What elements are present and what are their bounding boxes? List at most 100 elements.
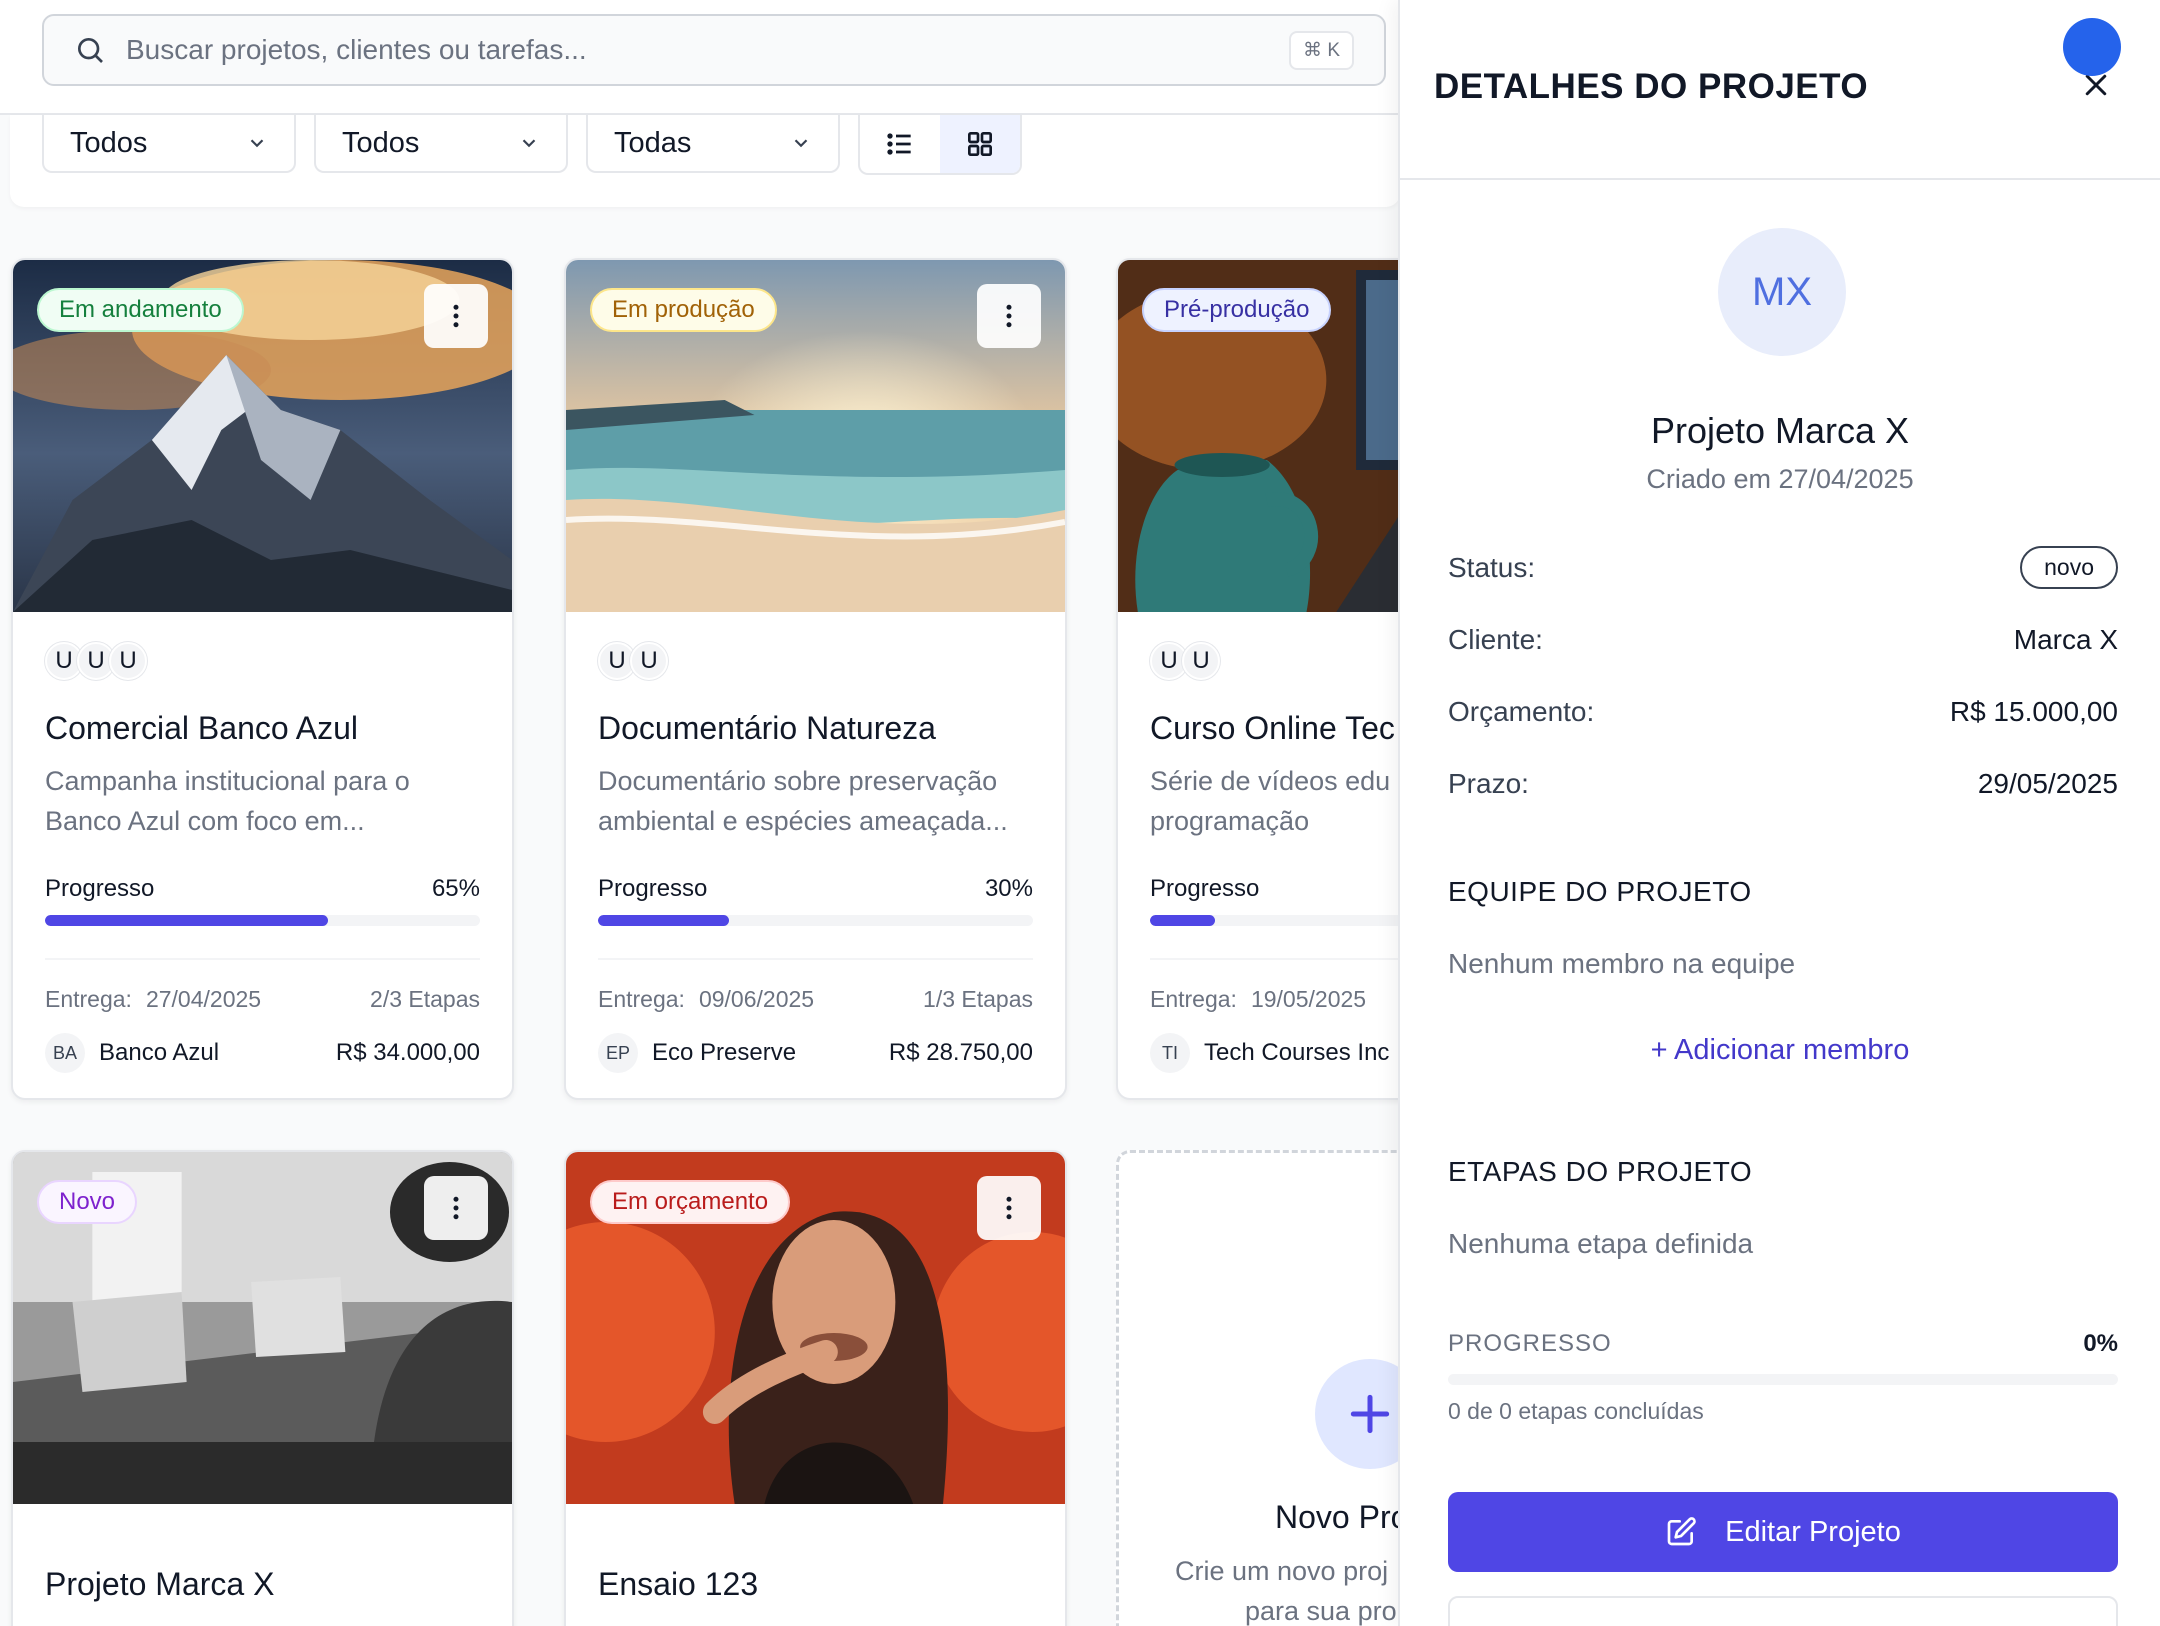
secondary-button[interactable] <box>1448 1596 2118 1626</box>
status-badge: Pré-produção <box>1142 288 1332 332</box>
project-avatar: MX <box>1718 228 1846 356</box>
project-description: Projeto para Banco Azul <box>598 1617 1033 1626</box>
grid-icon <box>968 132 992 156</box>
view-toggle <box>858 115 1022 175</box>
client-value: Marca X <box>2013 624 2118 655</box>
filter-select-2[interactable]: Todos <box>314 115 568 173</box>
project-description: Campanha institucional para o Banco Azul… <box>45 766 410 836</box>
edit-project-label: Editar Projeto <box>1725 1515 1901 1548</box>
project-description: Rebrand completo e vídeo <box>45 1617 480 1626</box>
team-heading: EQUIPE DO PROJETO <box>1448 876 1752 907</box>
project-title: Comercial Banco Azul <box>45 710 359 746</box>
delivery-date: 09/06/2025 <box>698 986 815 1012</box>
project-card[interactable]: Novo Projeto Marca X Rebrand completo e … <box>11 1150 514 1626</box>
more-vertical-icon <box>1006 304 1012 328</box>
status-badge: Em orçamento <box>590 1180 791 1224</box>
new-project-title: Novo Pro <box>1275 1499 1409 1535</box>
search-input[interactable] <box>126 34 1290 66</box>
progress-label: Progresso <box>1150 875 1260 902</box>
client-initials: BA <box>45 1033 85 1073</box>
progress-bar <box>1448 1374 2118 1385</box>
delivery-label: Entrega: <box>598 986 685 1012</box>
progress-value: 30% <box>984 875 1033 902</box>
add-member-link[interactable]: + Adicionar membro <box>1400 1034 2160 1067</box>
budget-value: R$ 15.000,00 <box>1949 696 2118 727</box>
project-card[interactable]: Em produção U U Documentário Natureza Do… <box>564 258 1067 1100</box>
progress-bar <box>598 915 1033 926</box>
progress-fill <box>598 915 729 926</box>
client-name: Banco Azul <box>99 1039 220 1066</box>
avatar: U <box>630 642 668 680</box>
deadline-value: 29/05/2025 <box>1977 768 2118 799</box>
chevron-down-icon <box>522 139 536 148</box>
project-name: Projeto Marca X <box>1650 410 1910 451</box>
project-image: Em andamento <box>13 260 512 612</box>
progress-label: Progresso <box>45 875 155 902</box>
stages-count: 1/3 Etapas <box>923 986 1033 1012</box>
project-price: R$ 34.000,00 <box>335 1039 480 1066</box>
progress-header: PROGRESSO 0% <box>1448 1330 2118 1357</box>
stages-count: 2/3 Etapas <box>370 986 480 1012</box>
stages-empty-message: Nenhuma etapa definida <box>1448 1228 1754 1259</box>
filter-select-value: Todos <box>70 126 148 159</box>
delivery-label: Entrega: <box>1150 986 1237 1012</box>
top-bar: ⌘ K <box>0 0 1400 115</box>
chevron-down-icon <box>250 139 264 148</box>
team-avatars: U U <box>598 642 1033 684</box>
filter-select-1[interactable]: Todos <box>42 115 296 173</box>
project-image: Em orçamento <box>566 1152 1065 1504</box>
project-price: R$ 28.750,00 <box>888 1039 1033 1066</box>
project-title: Documentário Natureza <box>598 710 936 746</box>
edit-project-button[interactable]: Editar Projeto <box>1448 1492 2118 1572</box>
shortcut-hint: ⌘ K <box>1289 30 1354 70</box>
panel-title: DETALHES DO PROJETO <box>1434 67 1869 106</box>
delivery-date: 27/04/2025 <box>145 986 262 1012</box>
chevron-down-icon <box>794 139 808 148</box>
project-title: Projeto Marca X <box>45 1566 275 1602</box>
grid-view-button[interactable] <box>940 115 1020 173</box>
team-empty-message: Nenhum membro na equipe <box>1448 948 1796 979</box>
project-details-panel: DETALHES DO PROJETO MX Projeto Marca X C… <box>1398 0 2160 1626</box>
edit-icon <box>1667 1517 1696 1546</box>
status-badge: Em andamento <box>37 288 244 332</box>
status-badge: novo <box>2020 546 2118 589</box>
new-project-description: Crie um novo proj para sua pro <box>1175 1556 1397 1626</box>
progress-label: Progresso <box>598 875 708 902</box>
search-box[interactable]: ⌘ K <box>42 14 1386 86</box>
filter-select-value: Todos <box>342 126 420 159</box>
card-menu-button[interactable] <box>977 284 1041 348</box>
progress-steps: 0 de 0 etapas concluídas <box>1448 1398 1704 1424</box>
new-project-card[interactable]: Novo Pro Crie um novo proj para sua pro <box>1116 1150 1416 1626</box>
progress-bar <box>45 915 480 926</box>
list-view-button[interactable] <box>860 115 940 173</box>
more-vertical-icon <box>1006 1196 1012 1220</box>
plus-icon <box>1350 1394 1390 1434</box>
client-initials: TI <box>1150 1033 1190 1073</box>
created-date: Criado em 27/04/2025 <box>1646 464 1914 494</box>
team-avatars: U U U <box>45 642 480 684</box>
project-card[interactable]: Em orçamento Ensaio 123 Projeto para Ban… <box>564 1150 1067 1626</box>
deadline-row: Prazo: 29/05/2025 <box>1448 768 2118 799</box>
project-title: Ensaio 123 <box>598 1566 759 1602</box>
user-avatar[interactable] <box>2063 18 2121 76</box>
progress-value: 0% <box>2083 1330 2118 1357</box>
filter-select-3[interactable]: Todas <box>586 115 840 173</box>
project-card[interactable]: Em andamento U U U Comercial Banco Azul … <box>11 258 514 1100</box>
delivery-date: 19/05/2025 <box>1250 986 1367 1012</box>
status-badge: Novo <box>37 1180 138 1224</box>
project-image: Novo <box>13 1152 512 1504</box>
card-menu-button[interactable] <box>424 284 488 348</box>
client-name: Eco Preserve <box>652 1039 797 1066</box>
project-image: Em produção <box>566 260 1065 612</box>
list-icon <box>887 133 911 155</box>
delivery-label: Entrega: <box>45 986 132 1012</box>
card-menu-button[interactable] <box>977 1176 1041 1240</box>
project-description: Documentário sobre preservação ambiental… <box>598 766 1008 836</box>
more-vertical-icon <box>453 304 459 328</box>
budget-row: Orçamento: R$ 15.000,00 <box>1448 696 2118 727</box>
status-row: Status: novo <box>1448 546 2118 589</box>
card-menu-button[interactable] <box>424 1176 488 1240</box>
client-row: Cliente: Marca X <box>1448 624 2118 655</box>
client-name: Tech Courses Inc <box>1204 1039 1390 1066</box>
client-initials: EP <box>598 1033 638 1073</box>
